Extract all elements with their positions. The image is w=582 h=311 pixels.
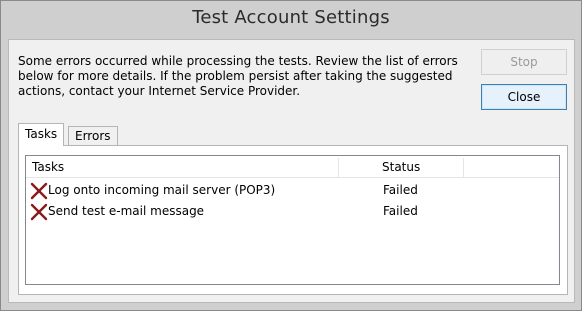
tab-tasks[interactable]: Tasks bbox=[18, 123, 65, 146]
tasks-tab-panel: Tasks Status Log onto incoming mail serv… bbox=[18, 145, 568, 295]
list-header: Tasks Status bbox=[26, 156, 559, 178]
column-header-status[interactable]: Status bbox=[382, 156, 462, 178]
tab-errors[interactable]: Errors bbox=[68, 126, 118, 146]
column-divider[interactable] bbox=[338, 158, 339, 178]
column-header-tasks[interactable]: Tasks bbox=[32, 156, 337, 178]
red-x-icon bbox=[30, 203, 48, 221]
title-bar[interactable]: Test Account Settings bbox=[1, 1, 581, 39]
window-title: Test Account Settings bbox=[192, 7, 390, 28]
close-button[interactable]: Close bbox=[481, 84, 567, 110]
test-account-settings-dialog: Test Account Settings Some errors occurr… bbox=[0, 0, 582, 311]
table-row[interactable]: Send test e-mail message Failed bbox=[26, 201, 559, 221]
task-name: Log onto incoming mail server (POP3) bbox=[48, 183, 276, 197]
dialog-body: Some errors occurred while processing th… bbox=[8, 39, 575, 303]
stop-button[interactable]: Stop bbox=[481, 49, 567, 75]
status-message: Some errors occurred while processing th… bbox=[18, 54, 458, 98]
task-status: Failed bbox=[383, 183, 418, 197]
red-x-icon bbox=[30, 182, 48, 200]
column-divider[interactable] bbox=[463, 158, 464, 178]
task-status: Failed bbox=[383, 204, 418, 218]
table-row[interactable]: Log onto incoming mail server (POP3) Fai… bbox=[26, 180, 559, 200]
task-name: Send test e-mail message bbox=[48, 204, 205, 218]
tasks-list[interactable]: Tasks Status Log onto incoming mail serv… bbox=[25, 155, 560, 285]
